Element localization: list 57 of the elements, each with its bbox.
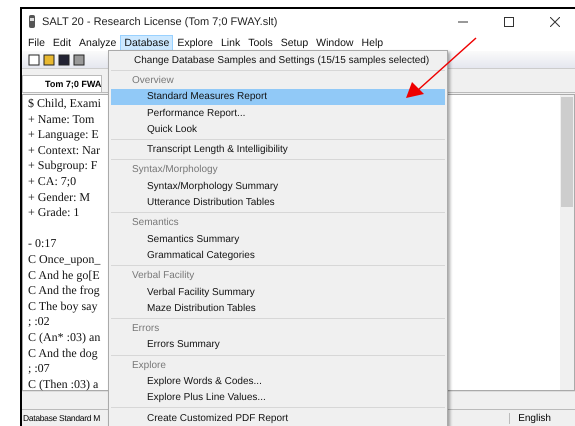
- maximize-icon[interactable]: [504, 16, 514, 26]
- menu-entry[interactable]: Syntax/Morphology Summary: [111, 178, 445, 194]
- transcript-line: ; :02: [28, 314, 50, 330]
- document-tab[interactable]: Tom 7;0 FWA: [22, 75, 102, 92]
- language-indicator: English: [509, 412, 575, 424]
- transcript-line: C And the dog: [28, 346, 98, 362]
- app-icon: [28, 15, 36, 28]
- menu-entry[interactable]: Semantics Summary: [111, 230, 445, 248]
- menu-section-header: Syntax/Morphology: [131, 163, 219, 178]
- transcript-line: + Language: E: [28, 127, 99, 143]
- close-icon[interactable]: [550, 16, 560, 26]
- menu-entry[interactable]: Utterance Distribution Tables: [111, 194, 445, 211]
- transcript-line: $ Child, Exami: [28, 96, 101, 112]
- transcript-line: + Subgroup: F: [28, 158, 98, 174]
- vertical-scrollbar[interactable]: [560, 95, 574, 390]
- menu-section-header: Explore: [131, 358, 167, 373]
- transcript-line: + CA: 7;0: [28, 174, 76, 190]
- menu-item[interactable]: Database: [120, 34, 174, 50]
- menu-item[interactable]: Link: [216, 34, 244, 50]
- transcript-line: + Grade: 1: [28, 205, 80, 221]
- menu-entry[interactable]: Maze Distribution Tables: [111, 300, 445, 316]
- window-title: SALT 20 - Research License (Tom 7;0 FWAY.slt): [42, 16, 278, 28]
- menu-entry[interactable]: Verbal Facility Summary: [111, 284, 445, 300]
- transcript-line: + Name: Tom: [28, 112, 94, 128]
- transcript-line: C Once_upon_: [28, 252, 100, 268]
- menu-item[interactable]: Edit: [48, 34, 76, 50]
- transcript-line: C (Then :03) a: [28, 376, 98, 392]
- menu-entry[interactable]: Explore Words & Codes...: [111, 373, 445, 390]
- menu-entry[interactable]: Quick Look: [111, 121, 445, 138]
- menu-entry[interactable]: Standard Measures Report: [111, 88, 445, 105]
- menu-item[interactable]: Window: [312, 34, 358, 50]
- transcript-line: ; :07: [28, 361, 50, 377]
- status-message: Database Standard M: [22, 413, 101, 423]
- transcript-line: C And he go[E: [28, 268, 100, 284]
- menu-entry[interactable]: Transcript Length & Intelligibility: [111, 141, 445, 158]
- transcript-line: C The boy say: [28, 298, 98, 314]
- transcript-line: + Context: Nar: [28, 142, 100, 158]
- menu-item[interactable]: Setup: [276, 34, 312, 50]
- menu-section-header: Semantics: [131, 216, 180, 230]
- transcript-line: C And the frog: [28, 283, 100, 299]
- menu-item[interactable]: Explore: [173, 34, 217, 50]
- menu-section-header: Errors: [131, 322, 160, 336]
- menu-item[interactable]: Analyze: [75, 34, 120, 50]
- menu-entry[interactable]: Explore Plus Line Values...: [111, 390, 445, 406]
- menu-entry[interactable]: Grammatical Categories: [111, 247, 445, 264]
- menu-entry[interactable]: Performance Report...: [111, 104, 445, 122]
- menu-entry[interactable]: Errors Summary: [111, 336, 445, 354]
- menu-section-header: Verbal Facility: [131, 269, 196, 284]
- menu-entry[interactable]: Create Customized PDF Report: [111, 410, 445, 426]
- menu-item[interactable]: Tools: [244, 34, 277, 50]
- menu-item[interactable]: Help: [358, 34, 388, 50]
- minimize-icon[interactable]: [458, 20, 468, 22]
- transcript-line: C (An* :03) an: [28, 330, 100, 346]
- transcript-line: + Gender: M: [28, 190, 90, 206]
- menu-section-header: Overview: [131, 74, 175, 88]
- menu-item[interactable]: File: [24, 34, 49, 50]
- transcript-line: - 0:17: [28, 236, 56, 252]
